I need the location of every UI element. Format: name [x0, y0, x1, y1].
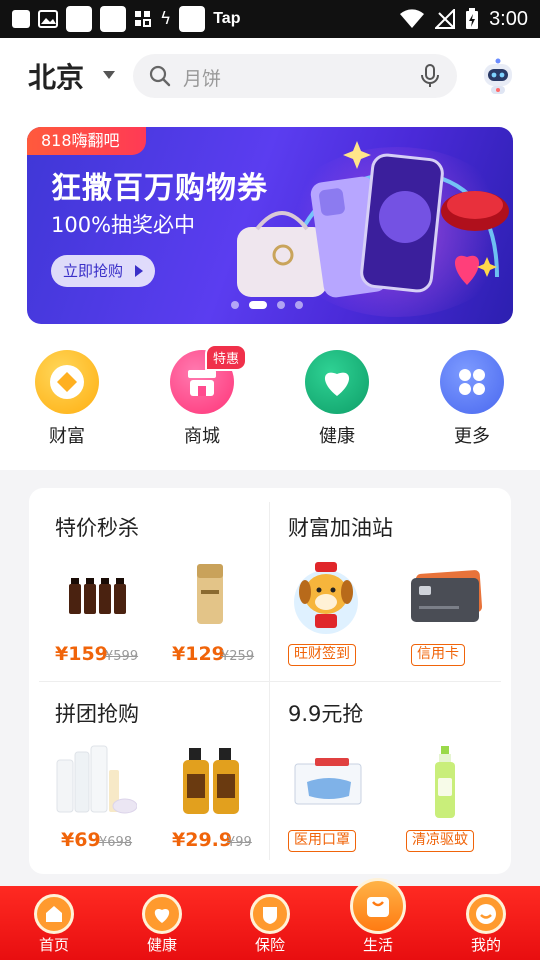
original-price: ¥99	[227, 835, 252, 850]
deals-card: 特价秒杀 ¥159 ¥599 ¥129 ¥259 财富加油站 旺财签到 信用卡 …	[29, 488, 511, 874]
microphone-icon[interactable]	[419, 64, 441, 88]
carousel-indicator	[231, 301, 303, 309]
tab-label: 首页	[38, 936, 69, 954]
quick-nav-label: 财富	[49, 426, 85, 447]
credit-card-image	[411, 570, 483, 622]
tab-label: 保险	[254, 936, 285, 954]
image-icon	[38, 10, 58, 28]
quick-nav-label: 商城	[184, 426, 220, 447]
tab-profile[interactable]: 我的	[432, 886, 540, 960]
carousel-dot[interactable]	[231, 301, 239, 309]
sale-price: ¥129	[172, 643, 225, 665]
promo-banner[interactable]: 818嗨翻吧 狂撒百万购物券 100%抽奖必中 立即抢购	[27, 127, 513, 324]
sunscreen-image	[197, 564, 223, 624]
app-icon	[179, 6, 206, 32]
battery-icon	[466, 8, 479, 29]
quick-nav-store[interactable]: 特惠 商城	[157, 344, 247, 450]
buy-now-button[interactable]: 立即抢购	[51, 255, 155, 287]
assistant-robot-icon[interactable]	[480, 58, 516, 96]
header: 北京 月饼	[0, 38, 540, 114]
app-icon	[66, 6, 92, 32]
quick-nav: 财富 特惠 商城 健康 更多	[0, 344, 540, 450]
clock: 3:00	[489, 7, 528, 30]
heart-icon	[305, 350, 369, 414]
divider	[39, 681, 501, 682]
chevron-down-icon[interactable]	[103, 71, 115, 79]
tab-label: 我的	[470, 936, 501, 954]
grid-icon	[135, 11, 151, 27]
section-title: 拼团抢购	[55, 702, 139, 726]
wealth-icon	[35, 350, 99, 414]
tab-home[interactable]: 首页	[0, 886, 108, 960]
tab-health[interactable]: 健康	[108, 886, 216, 960]
face-mask-tag[interactable]: 医用口罩	[288, 830, 356, 852]
banner-title: 狂撒百万购物券	[51, 171, 268, 206]
banner-tag: 818嗨翻吧	[27, 127, 146, 155]
quick-nav-health[interactable]: 健康	[292, 350, 382, 450]
smile-icon	[466, 894, 506, 934]
sale-price: ¥159	[55, 643, 108, 665]
bottom-tab-bar: 首页 健康 保险 生活 我的	[0, 878, 540, 960]
checkin-tag[interactable]: 旺财签到	[288, 644, 356, 666]
tab-label: 生活	[362, 936, 393, 954]
notification-icon	[12, 10, 30, 28]
search-icon	[149, 65, 171, 87]
quick-nav-more[interactable]: 更多	[427, 350, 517, 450]
carousel-dot[interactable]	[295, 301, 303, 309]
more-icon	[440, 350, 504, 414]
section-title: 特价秒杀	[55, 516, 139, 540]
shampoo-bottles-image	[183, 748, 239, 814]
home-icon	[34, 894, 74, 934]
tab-life[interactable]: 生活	[324, 878, 432, 960]
bag-icon	[350, 878, 406, 934]
section-title: 财富加油站	[288, 516, 393, 540]
original-price: ¥259	[221, 649, 255, 664]
credit-card-tag[interactable]: 信用卡	[411, 644, 465, 666]
original-price: ¥599	[105, 649, 139, 664]
tab-insurance[interactable]: 保险	[216, 886, 324, 960]
tab-label: 健康	[146, 936, 177, 954]
top-area: 北京 月饼 818嗨翻吧 狂撒百万购物券 100%抽奖必中 立即抢购 财富 特惠…	[0, 38, 540, 470]
mosquito-spray-image	[435, 746, 455, 818]
serum-bottles-image	[69, 578, 126, 614]
mosquito-repellent-tag[interactable]: 清凉驱蚊	[406, 830, 474, 852]
skincare-set-image	[56, 745, 137, 814]
quick-nav-label: 健康	[319, 426, 355, 447]
sale-price: ¥69	[61, 829, 101, 851]
tap-label: Tap	[213, 10, 241, 27]
search-bar[interactable]: 月饼	[133, 54, 457, 98]
shield-icon	[250, 894, 290, 934]
sale-price: ¥29.9	[172, 829, 233, 851]
quick-nav-wealth[interactable]: 财富	[22, 350, 112, 450]
buy-now-label: 立即抢购	[63, 262, 124, 280]
app-icon	[100, 6, 126, 32]
face-mask-box-image	[294, 758, 362, 805]
banner-subtitle: 100%抽奖必中	[51, 213, 196, 237]
bolt-icon: ϟ	[160, 8, 172, 29]
carousel-dot-active[interactable]	[249, 301, 267, 309]
section-title: 9.9元抢	[288, 702, 364, 726]
quick-nav-label: 更多	[454, 426, 490, 447]
play-arrow-icon	[135, 265, 143, 277]
lucky-dog-image	[294, 562, 358, 634]
search-input[interactable]: 月饼	[183, 64, 221, 91]
city-selector[interactable]: 北京	[28, 56, 84, 96]
banner-product-art	[237, 141, 509, 298]
original-price: ¥698	[99, 835, 133, 850]
heart-icon	[142, 894, 182, 934]
status-bar: ϟ Tap 3:00	[0, 0, 540, 38]
carousel-dot[interactable]	[277, 301, 285, 309]
no-signal-icon	[435, 9, 456, 29]
wifi-icon	[400, 9, 425, 28]
promo-badge: 特惠	[205, 344, 247, 371]
